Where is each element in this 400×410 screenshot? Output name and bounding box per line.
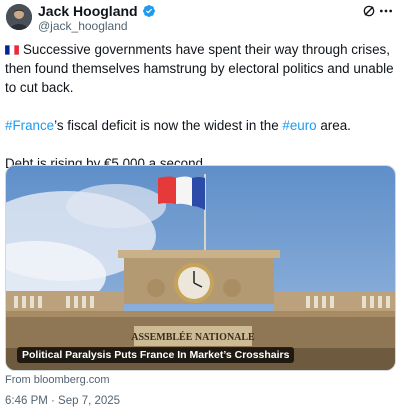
tweet-line-2-mid: ’s fiscal deficit is now the widest in t… — [54, 118, 283, 133]
tweet-timestamp[interactable]: 6:46 PM · Sep 7, 2025 — [5, 395, 120, 407]
france-flag-icon — [5, 45, 19, 55]
author-name[interactable]: Jack Hoogland — [38, 3, 138, 19]
tweet-line-2-end: area. — [316, 118, 351, 133]
hashtag-euro-link[interactable]: #euro — [282, 118, 316, 133]
building-sign-text: ASSEMBLÉE NATIONALE — [131, 331, 255, 343]
avatar-image — [6, 4, 32, 30]
grok-icon[interactable] — [362, 4, 376, 18]
link-source[interactable]: From bloomberg.com — [5, 374, 110, 386]
tweet-paragraph-1: Successive governments have spent their … — [5, 40, 397, 97]
more-options-icon[interactable] — [378, 3, 394, 19]
tweet-card: Jack Hoogland @jack_hoogland Successive … — [0, 0, 400, 410]
hashtag-france-link[interactable]: #France — [5, 118, 54, 133]
tweet-paragraph-2: #France’s fiscal deficit is now the wide… — [5, 116, 397, 135]
avatar[interactable] — [6, 4, 32, 30]
tweet-line-1: Successive governments have spent their … — [5, 42, 394, 95]
author-handle[interactable]: @jack_hoogland — [38, 19, 128, 33]
article-image: ASSEMBLÉE NATIONALE — [6, 166, 395, 370]
link-card-title[interactable]: Political Paralysis Puts France In Marke… — [17, 347, 295, 363]
verified-badge-icon — [142, 5, 155, 17]
author-name-row: Jack Hoogland — [38, 3, 156, 19]
link-card-media[interactable]: ASSEMBLÉE NATIONALE Political Paralysis … — [5, 165, 396, 371]
